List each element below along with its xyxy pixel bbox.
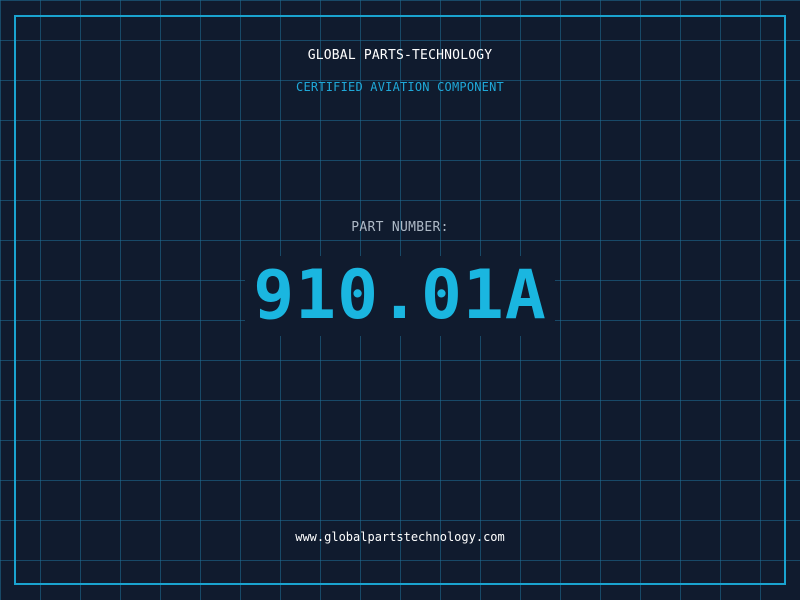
part-number-container: 910.01A <box>0 256 800 336</box>
part-number-value: 910.01A <box>245 256 555 336</box>
company-name: GLOBAL PARTS-TECHNOLOGY <box>307 48 493 63</box>
part-number-label: PART NUMBER: <box>351 220 449 235</box>
certification-subtitle: CERTIFIED AVIATION COMPONENT <box>296 80 504 94</box>
page: GLOBAL PARTS-TECHNOLOGY CERTIFIED AVIATI… <box>0 0 800 600</box>
website-url: www.globalpartstechnology.com <box>295 530 505 544</box>
